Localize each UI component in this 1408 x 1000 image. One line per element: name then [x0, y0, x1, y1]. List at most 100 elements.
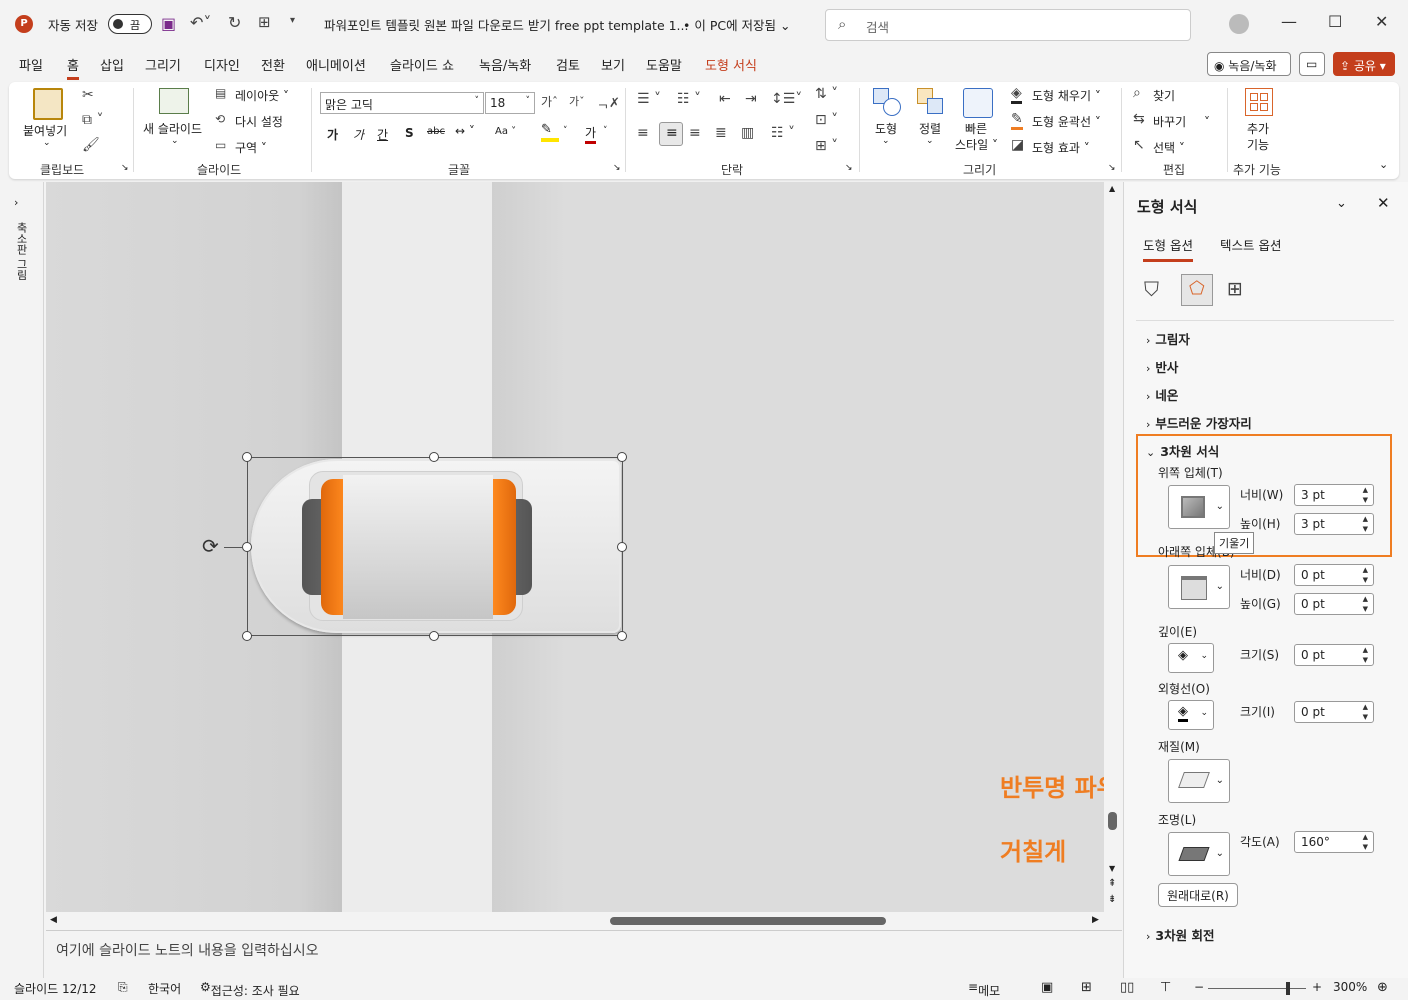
clear-format-icon[interactable]: ᆨ✗ — [597, 92, 620, 111]
reset-3d-button[interactable]: 원래대로(R) — [1158, 883, 1238, 907]
numbering-icon[interactable]: ☷ ˅ — [677, 91, 701, 107]
resize-handle-t[interactable] — [429, 452, 439, 462]
select-button[interactable]: 선택 ˅ — [1153, 139, 1185, 156]
notes-placeholder[interactable]: 여기에 슬라이드 노트의 내용을 입력하십시오 — [56, 940, 319, 960]
tab-home[interactable]: 홈 — [67, 55, 79, 80]
top-bevel-width-input[interactable]: 3 pt ▲ ▼ — [1294, 484, 1374, 506]
find-button[interactable]: 찾기 — [1153, 87, 1175, 104]
top-bevel-gallery[interactable]: ⌄ — [1168, 485, 1230, 529]
search-box[interactable]: ⌕ 검색 — [825, 9, 1191, 41]
fit-to-window-icon[interactable]: ⊕ — [1377, 980, 1388, 995]
user-avatar[interactable] — [1229, 14, 1249, 34]
tab-record[interactable]: 녹음/녹화 — [479, 55, 531, 74]
quick-styles-label-2[interactable]: 스타일 ˅ — [955, 136, 998, 153]
record-button[interactable]: ◉ 녹음/녹화 — [1207, 52, 1291, 76]
section-glow[interactable]: › 네온 — [1146, 385, 1178, 404]
bullets-icon[interactable]: ☰ ˅ — [637, 91, 661, 107]
tab-design[interactable]: 디자인 — [204, 55, 240, 74]
drawing-launcher-icon[interactable]: ↘ — [1108, 163, 1116, 173]
align-right-icon[interactable]: ≡ — [689, 125, 701, 141]
copy-icon[interactable]: ⧉ ˅ — [82, 112, 103, 128]
arrange-icon[interactable] — [917, 88, 945, 116]
section-soft-edges[interactable]: › 부드러운 가장자리 — [1146, 413, 1252, 432]
zoom-in-icon[interactable]: + — [1312, 980, 1322, 994]
slideshow-view-icon[interactable]: ⊤ — [1160, 980, 1171, 995]
collapse-ribbon-icon[interactable]: ⌄ — [1379, 158, 1388, 171]
new-slide-button[interactable]: 새 슬라이드 — [143, 120, 202, 137]
tab-draw[interactable]: 그리기 — [145, 55, 181, 74]
undo-icon[interactable]: ↶˅ — [190, 13, 211, 32]
layout-button[interactable]: 레이아웃 ˅ — [235, 87, 289, 104]
contour-size-input[interactable]: 0 pt ▲ ▼ — [1294, 701, 1374, 723]
notes-toggle[interactable]: ≡ 메모 — [968, 980, 1000, 998]
clipboard-launcher-icon[interactable]: ↘ — [121, 163, 129, 173]
tab-insert[interactable]: 삽입 — [100, 55, 124, 74]
decrease-indent-icon[interactable]: ⇤ — [719, 91, 731, 107]
shadow-text-button[interactable]: S — [405, 126, 414, 140]
align-left-icon[interactable]: ≡ — [637, 125, 649, 141]
slide-sorter-icon[interactable]: ⊞ — [1081, 980, 1092, 995]
resize-handle-l[interactable] — [242, 542, 252, 552]
section-shadow[interactable]: › 그림자 — [1146, 329, 1190, 348]
effects-tab-button[interactable]: ⬠ — [1181, 274, 1213, 306]
tab-help[interactable]: 도움말 — [646, 55, 682, 74]
comments-button[interactable]: ▭ — [1299, 52, 1325, 76]
font-name-dropdown[interactable]: 맑은 고딕 ˅ — [320, 92, 484, 114]
resize-handle-tr[interactable] — [617, 452, 627, 462]
next-slide-icon[interactable]: ⇟ — [1108, 894, 1116, 905]
format-painter-icon[interactable]: 🖌 — [82, 137, 100, 153]
align-center-button[interactable]: ≡ — [659, 122, 683, 146]
strikethrough-button[interactable]: abc — [427, 126, 445, 137]
justify-icon[interactable]: ≣ — [715, 125, 727, 141]
shapes-button[interactable]: 도형 — [875, 120, 897, 137]
smartart-icon[interactable]: ⊞ ˅ — [815, 138, 838, 154]
increase-indent-icon[interactable]: ⇥ — [745, 91, 757, 107]
autosave-toggle[interactable]: 끔 — [108, 14, 152, 34]
rotate-handle-icon[interactable]: ⟳ — [202, 534, 219, 558]
cut-icon[interactable]: ✂ — [82, 87, 94, 103]
zoom-level[interactable]: 300% — [1333, 980, 1367, 994]
addins-icon[interactable] — [1245, 88, 1273, 116]
tab-slideshow[interactable]: 슬라이드 쇼 — [390, 55, 454, 74]
close-icon[interactable]: ✕ — [1375, 12, 1388, 31]
shape-fill-button[interactable]: 도형 채우기 ˅ — [1032, 87, 1101, 104]
zoom-slider[interactable] — [1208, 988, 1306, 989]
paragraph-launcher-icon[interactable]: ↘ — [845, 163, 853, 173]
tab-transitions[interactable]: 전환 — [261, 55, 285, 74]
present-icon[interactable]: ⊞ — [258, 13, 271, 31]
resize-handle-tl[interactable] — [242, 452, 252, 462]
customize-qat-icon[interactable]: ▾ — [290, 15, 295, 26]
depth-size-input[interactable]: 0 pt ▲ ▼ — [1294, 644, 1374, 666]
font-launcher-icon[interactable]: ↘ — [613, 163, 621, 173]
arrange-button[interactable]: 정렬 — [919, 120, 941, 137]
bottom-bevel-height-input[interactable]: 0 pt ▲ ▼ — [1294, 593, 1374, 615]
prev-slide-icon[interactable]: ⇞ — [1108, 878, 1116, 889]
decrease-font-icon[interactable]: 가ˇ — [569, 93, 585, 109]
align-text-icon[interactable]: ⊡ ˅ — [815, 112, 838, 128]
paste-icon[interactable] — [33, 88, 63, 120]
spellcheck-icon[interactable]: ⎘ — [118, 980, 128, 995]
line-spacing-icon[interactable]: ↕☰˅ — [771, 91, 802, 107]
text-direction-icon[interactable]: ⇅ ˅ — [815, 86, 838, 102]
bottom-bevel-width-input[interactable]: 0 pt ▲ ▼ — [1294, 564, 1374, 586]
normal-view-icon[interactable]: ▣ — [1041, 980, 1053, 995]
section-3d-format[interactable]: ⌄ 3차원 서식 — [1146, 441, 1219, 460]
tab-view[interactable]: 보기 — [601, 55, 625, 74]
horizontal-scrollbar[interactable]: ◀ ▶ — [46, 912, 1104, 930]
expand-thumbnails-icon[interactable]: › — [14, 196, 18, 209]
vertical-scroll-thumb[interactable] — [1108, 812, 1117, 830]
size-properties-icon[interactable]: ⊞ — [1227, 278, 1243, 300]
lighting-angle-input[interactable]: 160° ▲ ▼ — [1294, 831, 1374, 853]
text-align-icon[interactable]: ☷ ˅ — [771, 125, 795, 141]
highlight-icon[interactable]: ✎ — [541, 122, 559, 142]
resize-handle-r[interactable] — [617, 542, 627, 552]
reset-button[interactable]: 다시 설정 — [235, 113, 283, 130]
vertical-scrollbar[interactable]: ▲ ▼ ⇞ ⇟ — [1104, 182, 1122, 912]
font-color-button[interactable]: 가 — [585, 124, 597, 144]
tab-file[interactable]: 파일 — [19, 55, 43, 74]
fill-line-icon[interactable]: ⛉ — [1144, 277, 1159, 301]
resize-handle-b[interactable] — [429, 631, 439, 641]
accessibility-indicator[interactable]: ⚙ 접근성: 조사 필요 — [200, 980, 300, 998]
resize-handle-bl[interactable] — [242, 631, 252, 641]
tab-shape-format[interactable]: 도형 서식 — [705, 55, 757, 74]
